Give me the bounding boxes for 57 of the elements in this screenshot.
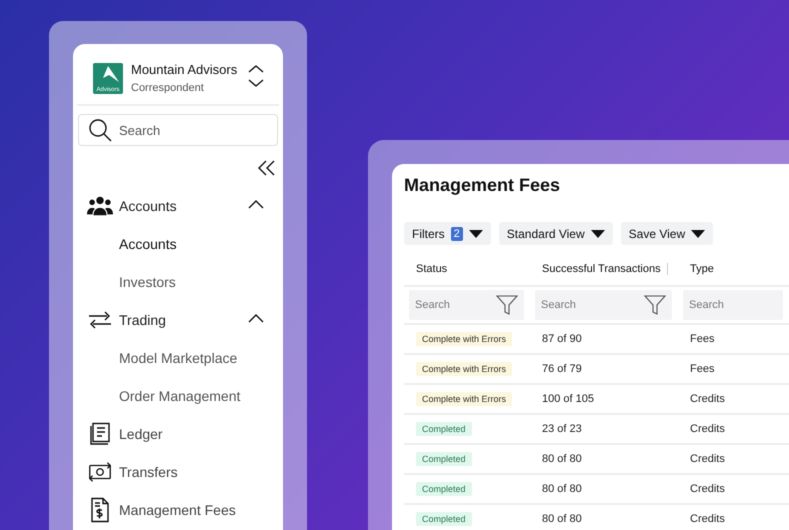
nav-subitem[interactable]: Investors (73, 263, 283, 301)
table-cell: Fees (678, 325, 789, 355)
org-name: Mountain Advisors (131, 62, 238, 77)
nav-item[interactable]: Transfers (73, 453, 283, 491)
banknote-icon (87, 461, 113, 483)
search-field[interactable]: Search (78, 114, 278, 146)
caret-icon (590, 230, 605, 238)
column-header[interactable]: Successful Transactions (542, 263, 668, 275)
status-tag: Completed (416, 512, 472, 526)
search-icon (88, 118, 112, 142)
up-down-chevron-icon (247, 64, 265, 88)
table-cell: Credits (678, 445, 789, 475)
nav-subitem[interactable]: Order Management (73, 377, 283, 415)
people-icon (87, 195, 113, 217)
table-cell: 76 of 79 (530, 355, 678, 385)
dropdown-button[interactable]: Filters 2 (404, 222, 491, 245)
nav-item[interactable]: Ledger (73, 415, 283, 453)
table-cell: Credits (678, 385, 789, 415)
table-cell: Fees (678, 355, 789, 385)
book-icon (89, 422, 111, 446)
column-search-field[interactable]: Search (683, 290, 783, 320)
nav-subitem[interactable]: Accounts (73, 225, 283, 263)
dropdown-button[interactable]: Save View (620, 222, 714, 245)
table-cell: 87 of 90 (530, 325, 678, 355)
column-header[interactable]: Status (416, 263, 448, 275)
nav-subitem[interactable]: Model Marketplace (73, 339, 283, 377)
page-title: Management Fees (404, 175, 562, 196)
status-tag: Completed (416, 452, 472, 466)
status-tag: Completed (416, 422, 472, 436)
table-cell: Credits (678, 475, 789, 505)
status-tag: Completed (416, 482, 472, 496)
dropdown-button[interactable]: Standard View (498, 222, 613, 245)
table-cell: Credits (678, 505, 789, 530)
status-tag: Complete with Errors (416, 392, 512, 406)
status-tag: Complete with Errors (416, 362, 512, 376)
org-role: Correspondent (131, 82, 205, 94)
caret-icon (468, 230, 483, 238)
column-header[interactable]: Type (690, 263, 714, 275)
column-search-field[interactable]: Search (535, 290, 672, 320)
swap-arrows-icon (87, 310, 113, 330)
table-cell: Credits (678, 415, 789, 445)
count-badge: 2 (450, 226, 463, 240)
filter-icon[interactable] (496, 295, 518, 315)
caret-icon (691, 230, 706, 238)
table-cell: 100 of 105 (530, 385, 678, 415)
nav-item[interactable]: Management Fees (73, 491, 283, 529)
nav-item[interactable]: Trading (73, 301, 283, 339)
nav-item[interactable]: Accounts (73, 187, 283, 225)
table-cell: 80 of 80 (530, 445, 678, 475)
invoice-icon (89, 497, 111, 523)
status-tag: Complete with Errors (416, 332, 512, 346)
table-cell: 80 of 80 (530, 475, 678, 505)
table-cell: 80 of 80 (530, 505, 678, 530)
column-search-field[interactable]: Search (409, 290, 524, 320)
collapse-icon[interactable] (257, 160, 275, 176)
table-cell: 23 of 23 (530, 415, 678, 445)
filter-icon[interactable] (644, 295, 666, 315)
